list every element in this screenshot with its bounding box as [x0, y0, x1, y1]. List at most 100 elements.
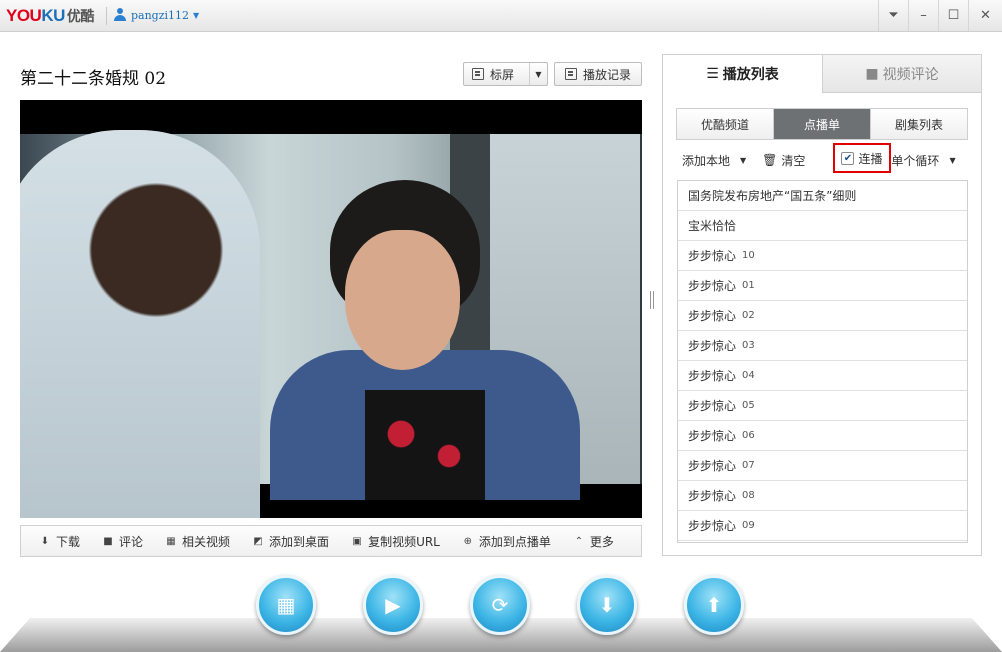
list-item[interactable]: 国务院发布房地产“国五条”细则: [678, 181, 967, 211]
list-item-title: 步步惊心: [688, 519, 737, 533]
tab-video-comments[interactable]: ■ 视频评论: [822, 55, 981, 93]
menu-dropdown-button[interactable]: ⏷: [878, 0, 908, 31]
list-item-title: 步步惊心: [688, 339, 737, 353]
playlist-toolbar: 添加本地 ▼ 🗑 清空 单个循环 ▼: [682, 149, 972, 171]
list-item-number: 08: [742, 490, 755, 501]
comment-icon: ■: [103, 535, 113, 547]
list-item[interactable]: 步步惊心 01: [678, 271, 967, 301]
user-menu[interactable]: pangzi112 ▼: [113, 8, 199, 22]
maximize-button[interactable]: ☐: [938, 0, 968, 31]
clear-button[interactable]: 🗑 清空: [762, 152, 805, 169]
list-item-title: 步步惊心: [688, 459, 737, 473]
chevron-down-icon: ▼: [740, 155, 747, 165]
video-player[interactable]: [20, 100, 642, 518]
add-local-dropdown[interactable]: 添加本地 ▼: [682, 152, 746, 169]
list-item-title: 国务院发布房地产“国五条”细则: [688, 189, 857, 203]
playlist-icon: ▶: [385, 593, 401, 617]
add-to-playlist-button[interactable]: ⊕ 添加到点播单: [462, 533, 551, 550]
list-item-number: 03: [742, 340, 755, 351]
copy-url-button[interactable]: ▣ 复制视频URL: [351, 533, 440, 550]
video-scene-man: [20, 130, 260, 518]
list-item-number: 01: [742, 280, 755, 291]
title-bar: YOUKU 优酷 pangzi112 ▼ ⏷ – ☐ ✕: [0, 0, 1002, 32]
panel-tabs: ☰ 播放列表 ■ 视频评论: [663, 55, 981, 93]
playlist-button[interactable]: ▶: [363, 575, 423, 635]
add-to-desktop-button[interactable]: ◩ 添加到桌面: [252, 533, 329, 550]
list-item[interactable]: 宝米恰恰: [678, 211, 967, 241]
convert-icon: ⟳: [491, 593, 509, 617]
username: pangzi112: [131, 8, 190, 22]
download-button[interactable]: ⬇ 下载: [39, 533, 80, 550]
list-item-title: 步步惊心: [688, 369, 737, 383]
film-icon: ▦: [166, 535, 176, 547]
list-item-number: 10: [742, 250, 755, 261]
play-history-label: 播放记录: [583, 67, 632, 82]
list-item[interactable]: 步步惊心 06: [678, 421, 967, 451]
subtab-episode-list[interactable]: 剧集列表: [871, 109, 967, 139]
screen-mode-label: 标屏: [490, 67, 515, 82]
chevron-down-icon: ▼: [193, 10, 200, 20]
list-item-title: 步步惊心: [688, 249, 737, 263]
youku-logo: YOUKU 优酷: [6, 6, 94, 25]
user-icon: [113, 8, 127, 22]
copy-icon: ▣: [352, 535, 362, 547]
list-item[interactable]: 步步惊心 09: [678, 511, 967, 541]
related-videos-button[interactable]: ▦ 相关视频: [165, 533, 230, 550]
list-item-title: 步步惊心: [688, 489, 737, 503]
play-history-button[interactable]: 播放记录: [554, 62, 642, 86]
video-action-bar: ⬇ 下载 ■ 评论 ▦ 相关视频 ◩ 添加到桌面 ▣ 复制视频URL ⊕ 添加到点播单 ⌃ 更…: [20, 525, 642, 557]
video-library-button[interactable]: ▦: [256, 575, 316, 635]
more-button[interactable]: ⌃ 更多: [573, 533, 614, 550]
video-scene-woman: [260, 180, 590, 500]
comment-icon: ■: [865, 65, 879, 82]
upload-icon: ⬆: [705, 593, 723, 617]
playlist: 国务院发布房地产“国五条”细则 宝米恰恰 步步惊心 10 步步惊心 01 步步惊心 02 步步惊…: [677, 180, 968, 543]
list-item[interactable]: 步步惊心 04: [678, 361, 967, 391]
video-title: 第二十二条婚规 02: [20, 69, 167, 89]
list-item[interactable]: 步步惊心 10: [678, 241, 967, 271]
list-item-title: 步步惊心: [688, 399, 737, 413]
convert-button[interactable]: ⟳: [470, 575, 530, 635]
subtab-on-demand[interactable]: 点播单: [774, 109, 871, 139]
chevron-down-icon[interactable]: ▼: [529, 63, 547, 85]
minimize-button[interactable]: –: [908, 0, 938, 31]
comment-button[interactable]: ■ 评论: [102, 533, 143, 550]
playlist-subtabs: 优酷频道 点播单 剧集列表: [676, 108, 968, 140]
upload-button[interactable]: ⬆: [684, 575, 744, 635]
list-item[interactable]: 步步惊心 05: [678, 391, 967, 421]
subtab-youku-channel[interactable]: 优酷频道: [677, 109, 774, 139]
list-item[interactable]: 步步惊心 08: [678, 481, 967, 511]
list-item[interactable]: 步步惊心 07: [678, 451, 967, 481]
tab-playlist[interactable]: ☰ 播放列表: [663, 55, 822, 93]
add-list-icon: ⊕: [463, 535, 473, 547]
download-manager-button[interactable]: ⬇: [577, 575, 637, 635]
desktop-icon: ◩: [253, 535, 263, 547]
window-controls: ⏷ – ☐ ✕: [878, 0, 1002, 31]
list-item[interactable]: 步步惊心 03: [678, 331, 967, 361]
list-icon: ☰: [706, 66, 719, 82]
chevron-down-icon: ▼: [949, 155, 956, 165]
list-item-title: 步步惊心: [688, 279, 737, 293]
screen-icon: [472, 68, 484, 80]
video-library-icon: ▦: [276, 593, 296, 617]
checkmark-icon: ✔: [841, 151, 855, 165]
list-item-title: 步步惊心: [688, 429, 737, 443]
trash-icon: 🗑: [762, 153, 778, 167]
history-icon: [565, 68, 577, 80]
list-item-title: 步步惊心: [688, 309, 737, 323]
screen-mode-button[interactable]: 标屏 ▼: [463, 62, 548, 86]
list-item-number: 07: [742, 460, 755, 471]
continuous-play-checkbox[interactable]: ✔ 连播: [833, 143, 891, 173]
download-icon: ⬇: [598, 593, 616, 617]
more-icon: ⌃: [574, 535, 584, 547]
title-separator: [106, 7, 107, 25]
close-button[interactable]: ✕: [968, 0, 1002, 31]
list-item-number: 06: [742, 430, 755, 441]
splitter-handle[interactable]: [650, 291, 654, 309]
loop-mode-dropdown[interactable]: 单个循环 ▼: [891, 152, 955, 169]
download-icon: ⬇: [40, 535, 50, 547]
list-item-number: 02: [742, 310, 755, 321]
list-item-number: 05: [742, 400, 755, 411]
list-item[interactable]: 步步惊心 02: [678, 301, 967, 331]
list-item-number: 04: [742, 370, 755, 381]
